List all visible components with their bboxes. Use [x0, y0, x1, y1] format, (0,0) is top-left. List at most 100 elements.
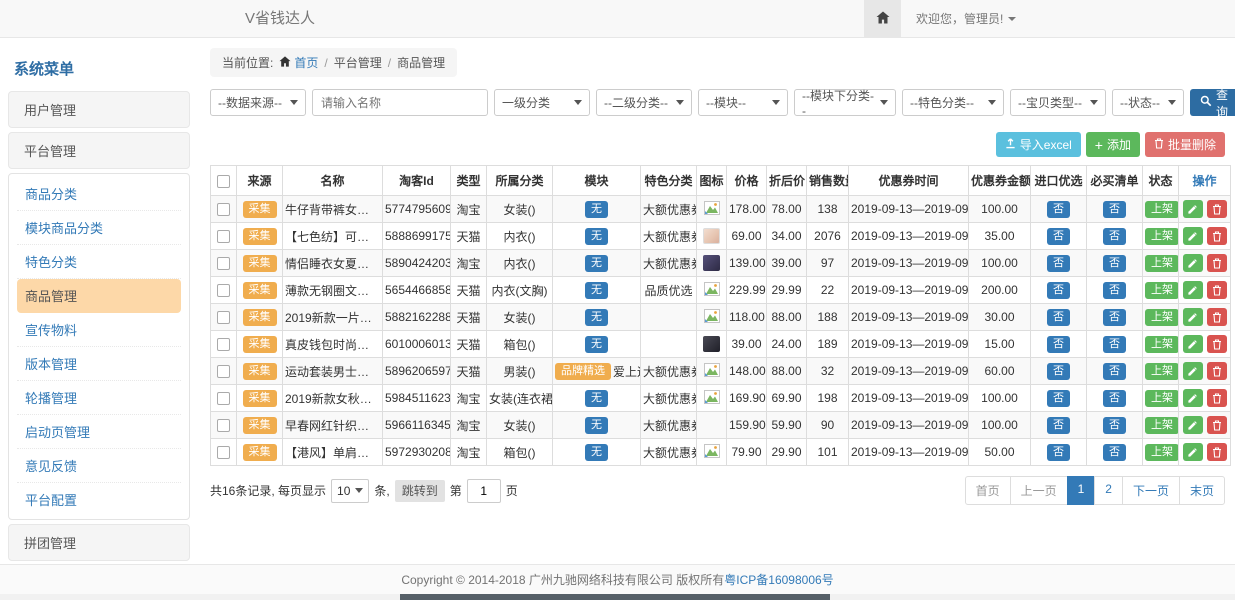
edit-button[interactable] [1183, 200, 1203, 218]
delete-button[interactable] [1207, 389, 1227, 407]
edit-button[interactable] [1183, 362, 1203, 380]
must-buy-badge[interactable]: 否 [1103, 282, 1126, 299]
import-excel-button[interactable]: 导入excel [996, 132, 1081, 157]
row-checkbox[interactable] [217, 284, 230, 297]
row-checkbox[interactable] [217, 257, 230, 270]
pager-button-2[interactable]: 2 [1094, 476, 1123, 505]
filter-select---模块下分类--[interactable]: --模块下分类-- [794, 89, 896, 116]
delete-button[interactable] [1207, 200, 1227, 218]
status-button[interactable]: 上架 [1145, 444, 1179, 461]
filter-select-一级分类[interactable]: 一级分类 [494, 89, 590, 116]
home-button[interactable] [864, 0, 901, 37]
delete-button[interactable] [1207, 416, 1227, 434]
delete-button[interactable] [1207, 362, 1227, 380]
sidebar-subitem-商品管理[interactable]: 商品管理 [17, 279, 181, 313]
row-checkbox[interactable] [217, 230, 230, 243]
select-all-checkbox[interactable] [217, 175, 230, 188]
import-select-badge[interactable]: 否 [1047, 201, 1070, 218]
must-buy-badge[interactable]: 否 [1103, 363, 1126, 380]
sidebar-subitem-宣传物料[interactable]: 宣传物料 [17, 313, 181, 347]
must-buy-badge[interactable]: 否 [1103, 255, 1126, 272]
pager-button-1[interactable]: 1 [1067, 476, 1096, 505]
name-search-input[interactable] [312, 89, 488, 116]
pager-button-末页[interactable]: 末页 [1179, 476, 1225, 505]
page-number-input[interactable] [467, 479, 501, 503]
sidebar-subitem-轮播管理[interactable]: 轮播管理 [17, 381, 181, 415]
filter-select---宝贝类型--[interactable]: --宝贝类型-- [1010, 89, 1106, 116]
must-buy-badge[interactable]: 否 [1103, 444, 1126, 461]
pager-button-上一页[interactable]: 上一页 [1010, 476, 1068, 505]
edit-button[interactable] [1183, 389, 1203, 407]
import-select-badge[interactable]: 否 [1047, 255, 1070, 272]
import-select-badge[interactable]: 否 [1047, 282, 1070, 299]
row-checkbox[interactable] [217, 311, 230, 324]
row-checkbox[interactable] [217, 392, 230, 405]
sidebar-item-拼团管理[interactable]: 拼团管理 [8, 524, 190, 561]
import-select-badge[interactable]: 否 [1047, 390, 1070, 407]
must-buy-badge[interactable]: 否 [1103, 417, 1126, 434]
row-checkbox[interactable] [217, 338, 230, 351]
filter-select---二级分类--[interactable]: --二级分类-- [596, 89, 692, 116]
import-select-badge[interactable]: 否 [1047, 336, 1070, 353]
sidebar-subitem-意见反馈[interactable]: 意见反馈 [17, 449, 181, 483]
sidebar-subitem-平台配置[interactable]: 平台配置 [17, 483, 181, 516]
import-select-badge[interactable]: 否 [1047, 309, 1070, 326]
status-button[interactable]: 上架 [1145, 255, 1179, 272]
pager-button-首页[interactable]: 首页 [965, 476, 1011, 505]
delete-button[interactable] [1207, 443, 1227, 461]
status-button[interactable]: 上架 [1145, 228, 1179, 245]
status-button[interactable]: 上架 [1145, 363, 1179, 380]
status-button[interactable]: 上架 [1145, 417, 1179, 434]
query-button[interactable]: 查询 [1190, 89, 1235, 116]
icp-link[interactable]: 粤ICP备16098006号 [724, 571, 833, 588]
delete-button[interactable] [1207, 335, 1227, 353]
user-menu[interactable]: 欢迎您，管理员! [916, 0, 1016, 37]
must-buy-badge[interactable]: 否 [1103, 228, 1126, 245]
scrollbar-thumb[interactable] [400, 594, 830, 600]
sidebar-item-用户管理[interactable]: 用户管理 [8, 91, 190, 128]
breadcrumb-home-link[interactable]: 首页 [279, 54, 318, 71]
status-button[interactable]: 上架 [1145, 336, 1179, 353]
edit-button[interactable] [1183, 281, 1203, 299]
edit-button[interactable] [1183, 416, 1203, 434]
filter-select---模块--[interactable]: --模块-- [698, 89, 788, 116]
edit-button[interactable] [1183, 227, 1203, 245]
edit-button[interactable] [1183, 254, 1203, 272]
sidebar-subitem-特色分类[interactable]: 特色分类 [17, 245, 181, 279]
filter-select---特色分类--[interactable]: --特色分类-- [902, 89, 1004, 116]
import-select-badge[interactable]: 否 [1047, 228, 1070, 245]
status-button[interactable]: 上架 [1145, 282, 1179, 299]
status-button[interactable]: 上架 [1145, 390, 1179, 407]
filter-select---状态--[interactable]: --状态-- [1112, 89, 1184, 116]
import-select-badge[interactable]: 否 [1047, 417, 1070, 434]
sidebar-subitem-模块商品分类[interactable]: 模块商品分类 [17, 211, 181, 245]
import-select-badge[interactable]: 否 [1047, 444, 1070, 461]
row-checkbox[interactable] [217, 203, 230, 216]
must-buy-badge[interactable]: 否 [1103, 201, 1126, 218]
row-checkbox[interactable] [217, 446, 230, 459]
sidebar-subitem-商品分类[interactable]: 商品分类 [17, 177, 181, 211]
must-buy-badge[interactable]: 否 [1103, 336, 1126, 353]
must-buy-badge[interactable]: 否 [1103, 390, 1126, 407]
must-buy-badge[interactable]: 否 [1103, 309, 1126, 326]
delete-button[interactable] [1207, 281, 1227, 299]
edit-button[interactable] [1183, 443, 1203, 461]
delete-button[interactable] [1207, 308, 1227, 326]
per-page-select[interactable]: 10 [331, 479, 369, 503]
add-button[interactable]: + 添加 [1086, 132, 1140, 157]
status-button[interactable]: 上架 [1145, 201, 1179, 218]
jump-button[interactable]: 跳转到 [395, 480, 445, 502]
import-select-badge[interactable]: 否 [1047, 363, 1070, 380]
row-checkbox[interactable] [217, 365, 230, 378]
horizontal-scrollbar[interactable] [0, 594, 1235, 600]
sidebar-subitem-启动页管理[interactable]: 启动页管理 [17, 415, 181, 449]
sidebar-item-平台管理[interactable]: 平台管理 [8, 132, 190, 169]
filter-select---数据来源--[interactable]: --数据来源-- [210, 89, 306, 116]
delete-button[interactable] [1207, 254, 1227, 272]
sidebar-subitem-版本管理[interactable]: 版本管理 [17, 347, 181, 381]
batch-delete-button[interactable]: 批量删除 [1145, 132, 1225, 157]
delete-button[interactable] [1207, 227, 1227, 245]
pager-button-下一页[interactable]: 下一页 [1122, 476, 1180, 505]
status-button[interactable]: 上架 [1145, 309, 1179, 326]
edit-button[interactable] [1183, 335, 1203, 353]
